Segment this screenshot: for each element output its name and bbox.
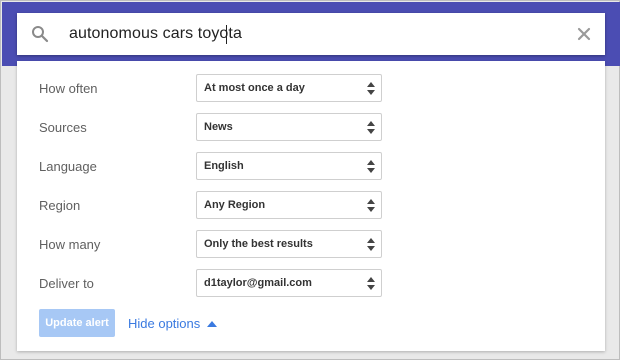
select-value: Any Region <box>204 199 266 211</box>
setting-row-how-many: How many Only the best results <box>17 230 605 260</box>
setting-row-language: Language English <box>17 152 605 182</box>
text-cursor <box>226 25 227 44</box>
update-alert-button[interactable]: Update alert <box>39 309 115 337</box>
sources-select[interactable]: News <box>196 113 382 141</box>
select-value: News <box>204 121 233 133</box>
setting-row-sources: Sources News <box>17 113 605 143</box>
deliver-to-select[interactable]: d1taylor@gmail.com <box>196 269 382 297</box>
close-icon[interactable] <box>575 25 593 43</box>
setting-label: Sources <box>39 120 87 135</box>
how-often-select[interactable]: At most once a day <box>196 74 382 102</box>
setting-label: Language <box>39 159 97 174</box>
search-icon <box>32 26 49 43</box>
language-select[interactable]: English <box>196 152 382 180</box>
search-bar <box>17 13 605 55</box>
setting-row-region: Region Any Region <box>17 191 605 221</box>
hide-options-label: Hide options <box>128 316 201 331</box>
setting-label: How often <box>39 81 98 96</box>
setting-label: How many <box>39 237 101 252</box>
up-down-arrows-icon <box>367 277 375 290</box>
select-value: Only the best results <box>204 238 313 250</box>
up-down-arrows-icon <box>367 121 375 134</box>
page-frame: How often At most once a day Sources New… <box>0 0 620 360</box>
select-value: d1taylor@gmail.com <box>204 277 312 289</box>
caret-up-icon <box>207 320 218 327</box>
how-many-select[interactable]: Only the best results <box>196 230 382 258</box>
select-value: English <box>204 160 244 172</box>
select-value: At most once a day <box>204 82 305 94</box>
setting-row-how-often: How often At most once a day <box>17 74 605 104</box>
hide-options-link[interactable]: Hide options <box>128 316 218 331</box>
up-down-arrows-icon <box>367 238 375 251</box>
search-input[interactable] <box>69 13 549 55</box>
region-select[interactable]: Any Region <box>196 191 382 219</box>
setting-label: Region <box>39 198 81 213</box>
up-down-arrows-icon <box>367 160 375 173</box>
alert-options-card: How often At most once a day Sources New… <box>17 61 605 351</box>
up-down-arrows-icon <box>367 199 375 212</box>
setting-label: Deliver to <box>39 276 94 291</box>
setting-row-deliver-to: Deliver to d1taylor@gmail.com <box>17 269 605 299</box>
up-down-arrows-icon <box>367 82 375 95</box>
